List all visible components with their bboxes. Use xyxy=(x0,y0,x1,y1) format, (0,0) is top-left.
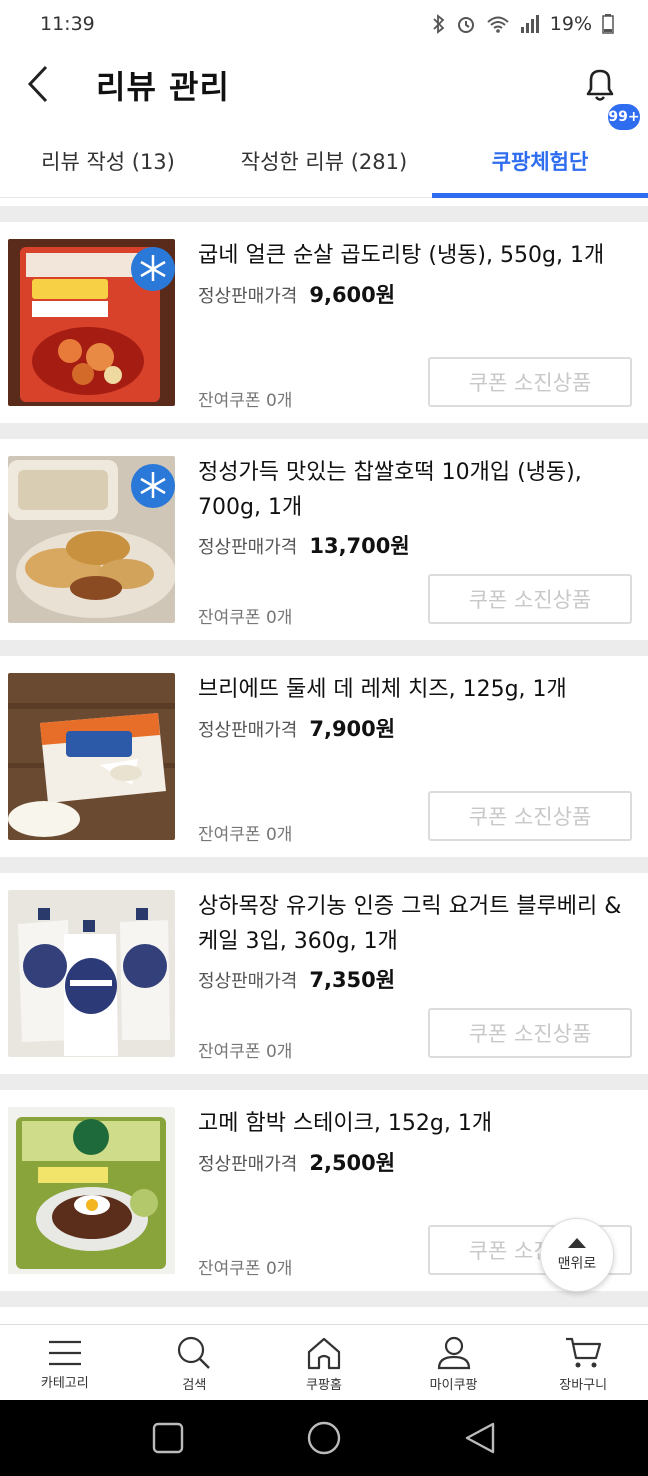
page-title: 리뷰 관리 xyxy=(96,68,230,106)
coupon-remaining: 잔여쿠폰 0개 xyxy=(198,1042,293,1062)
nav-label: 장바구니 xyxy=(559,1378,608,1393)
status-icons: 19% xyxy=(432,13,614,35)
list-item xyxy=(0,1307,648,1322)
coupon-soldout-button[interactable]: 쿠폰 소진상품 xyxy=(428,574,632,624)
wifi-icon xyxy=(487,16,509,33)
menu-icon xyxy=(48,1340,81,1366)
home-circle-icon[interactable] xyxy=(306,1420,342,1456)
user-icon xyxy=(437,1336,470,1370)
nav-label: 쿠팡홈 xyxy=(306,1378,342,1393)
price-row: 정상판매가격 9,600원 xyxy=(198,279,395,309)
product-list: 굽네 얼큰 순살 곱도리탕 (냉동), 550g, 1개 정상판매가격 9,60… xyxy=(0,206,648,1322)
nav-label: 마이쿠팡 xyxy=(429,1378,478,1393)
scroll-to-top-button[interactable]: 맨위로 xyxy=(540,1218,614,1292)
price-label: 정상판매가격 xyxy=(198,971,298,992)
product-name[interactable]: 상하목장 유기농 인증 그릭 요거트 블루베리 & 케일 3입, 360g, 1… xyxy=(198,889,628,959)
price-label: 정상판매가격 xyxy=(198,1154,298,1175)
alarm-icon xyxy=(457,17,474,33)
system-nav-bar xyxy=(0,1400,648,1476)
coupon-remaining: 잔여쿠폰 0개 xyxy=(198,825,293,845)
product-name[interactable]: 굽네 얼큰 순살 곱도리탕 (냉동), 550g, 1개 xyxy=(198,238,628,273)
bottom-nav: 카테고리 검색 쿠팡홈 마이쿠팡 장바구니 xyxy=(0,1324,648,1400)
list-item: 정성가득 맛있는 찹쌀호떡 10개입 (냉동), 700g, 1개 정상판매가격… xyxy=(0,439,648,640)
bell-icon xyxy=(586,69,614,101)
nav-category[interactable]: 카테고리 xyxy=(0,1325,130,1400)
list-item: 상하목장 유기농 인증 그릭 요거트 블루베리 & 케일 3입, 360g, 1… xyxy=(0,873,648,1074)
signal-icon xyxy=(520,15,539,33)
list-item: 굽네 얼큰 순살 곱도리탕 (냉동), 550g, 1개 정상판매가격 9,60… xyxy=(0,222,648,423)
tab-experience-group[interactable]: 쿠팡체험단 xyxy=(432,124,648,198)
nav-label: 카테고리 xyxy=(40,1376,89,1391)
notification-button[interactable] xyxy=(578,62,622,106)
price-label: 정상판매가격 xyxy=(198,720,298,741)
home-icon xyxy=(307,1337,341,1370)
price-value: 2,500원 xyxy=(309,1151,396,1175)
price-row: 정상판매가격 7,350원 xyxy=(198,964,395,994)
product-image[interactable] xyxy=(8,1107,175,1274)
price-row: 정상판매가격 13,700원 xyxy=(198,530,410,560)
nav-cart[interactable]: 장바구니 xyxy=(518,1325,648,1400)
nav-label: 검색 xyxy=(182,1378,207,1393)
back-button[interactable] xyxy=(18,60,58,108)
app-header: 리뷰 관리 99+ xyxy=(0,48,648,132)
price-row: 정상판매가격 7,900원 xyxy=(198,713,395,743)
coupon-soldout-button[interactable]: 쿠폰 소진상품 xyxy=(428,357,632,407)
product-name[interactable]: 정성가득 맛있는 찹쌀호떡 10개입 (냉동), 700g, 1개 xyxy=(198,455,628,525)
nav-my-coupang[interactable]: 마이쿠팡 xyxy=(389,1325,519,1400)
tab-write-review[interactable]: 리뷰 작성 (13) xyxy=(0,124,216,197)
battery-percent: 19% xyxy=(549,13,592,35)
review-tabs: 리뷰 작성 (13) 작성한 리뷰 (281) 쿠팡체험단 xyxy=(0,124,648,198)
cart-icon xyxy=(566,1337,602,1368)
price-value: 7,350원 xyxy=(309,968,396,992)
price-value: 9,600원 xyxy=(309,283,396,307)
coupon-remaining: 잔여쿠폰 0개 xyxy=(198,608,293,628)
bluetooth-icon xyxy=(433,14,445,34)
price-label: 정상판매가격 xyxy=(198,286,298,307)
product-name[interactable]: 고메 함박 스테이크, 152g, 1개 xyxy=(198,1106,628,1141)
price-value: 13,700원 xyxy=(309,534,410,558)
product-image[interactable] xyxy=(8,456,175,623)
price-row: 정상판매가격 2,500원 xyxy=(198,1147,395,1177)
product-image[interactable] xyxy=(8,673,175,840)
tab-written-reviews[interactable]: 작성한 리뷰 (281) xyxy=(216,124,432,197)
nav-search[interactable]: 검색 xyxy=(130,1325,260,1400)
chevron-left-icon xyxy=(27,65,48,103)
search-icon xyxy=(178,1336,211,1369)
list-item: 브리에뜨 둘세 데 레체 치즈, 125g, 1개 정상판매가격 7,900원 … xyxy=(0,656,648,857)
status-bar: 11:39 19% xyxy=(0,0,648,48)
status-time: 11:39 xyxy=(40,13,95,35)
nav-home[interactable]: 쿠팡홈 xyxy=(259,1325,389,1400)
coupon-soldout-button[interactable]: 쿠폰 소진상품 xyxy=(428,1008,632,1058)
battery-icon xyxy=(602,14,614,34)
coupon-remaining: 잔여쿠폰 0개 xyxy=(198,391,293,411)
product-image[interactable] xyxy=(8,890,175,1057)
back-triangle-icon[interactable] xyxy=(463,1421,497,1455)
product-image[interactable] xyxy=(8,239,175,406)
recent-apps-icon[interactable] xyxy=(151,1421,185,1455)
price-label: 정상판매가격 xyxy=(198,537,298,558)
coupon-soldout-button[interactable]: 쿠폰 소진상품 xyxy=(428,791,632,841)
price-value: 7,900원 xyxy=(309,717,396,741)
caret-up-icon xyxy=(568,1238,586,1248)
scroll-to-top-label: 맨위로 xyxy=(557,1256,597,1272)
product-name[interactable]: 브리에뜨 둘세 데 레체 치즈, 125g, 1개 xyxy=(198,672,628,707)
coupon-remaining: 잔여쿠폰 0개 xyxy=(198,1259,293,1279)
